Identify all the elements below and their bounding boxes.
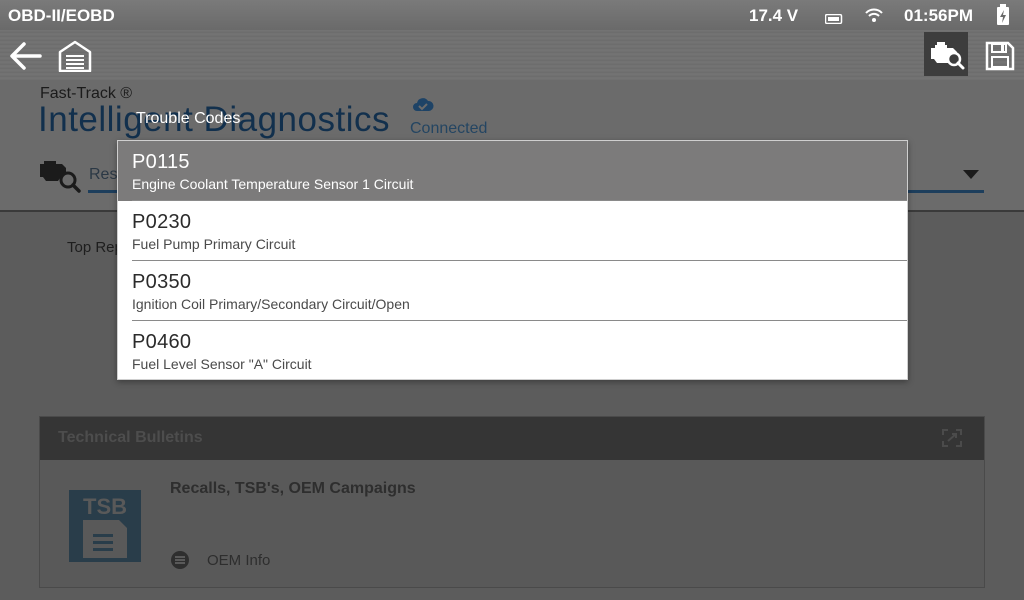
tsb-icon-text: TSB bbox=[83, 494, 127, 519]
battery-charging-icon bbox=[996, 4, 1010, 31]
trouble-code: P0115 bbox=[132, 151, 190, 173]
bulletins-title: Technical Bulletins bbox=[58, 429, 203, 446]
top-repairs-label: Top Rep bbox=[67, 239, 123, 256]
status-bar: OBD-II/EOBD 17.4 V 01:56PM bbox=[0, 0, 1024, 30]
toolbar bbox=[0, 30, 1024, 80]
trouble-codes-dialog: P0115 Engine Coolant Temperature Sensor … bbox=[117, 140, 908, 380]
battery-link-icon bbox=[824, 9, 843, 29]
trouble-code-description: Ignition Coil Primary/Secondary Circuit/… bbox=[132, 296, 410, 312]
tsb-document-icon: TSB bbox=[69, 490, 141, 567]
trouble-code-description: Fuel Pump Primary Circuit bbox=[132, 236, 296, 252]
dialog-title: Trouble Codes bbox=[136, 110, 241, 127]
engine-search-icon bbox=[38, 154, 82, 199]
protocol-label: OBD-II/EOBD bbox=[8, 6, 115, 25]
home-button[interactable] bbox=[55, 36, 95, 76]
trouble-code-item[interactable]: P0350 Ignition Coil Primary/Secondary Ci… bbox=[118, 261, 907, 321]
engine-search-icon bbox=[931, 42, 965, 70]
voltage-readout: 17.4 V bbox=[749, 6, 799, 25]
save-icon bbox=[985, 41, 1015, 71]
trouble-code: P0230 bbox=[132, 211, 192, 233]
connection-status: Connected bbox=[410, 120, 488, 137]
trouble-code-item[interactable]: P0230 Fuel Pump Primary Circuit bbox=[118, 201, 907, 261]
oem-info-link[interactable]: OEM Info bbox=[207, 552, 270, 569]
wifi-icon bbox=[865, 7, 883, 28]
vehicle-scan-button[interactable] bbox=[924, 32, 968, 76]
cloud-check-icon bbox=[412, 96, 434, 117]
trouble-code: P0460 bbox=[132, 331, 192, 353]
back-arrow-icon bbox=[10, 42, 42, 70]
trouble-code-item[interactable]: P0460 Fuel Level Sensor "A" Circuit bbox=[118, 321, 907, 381]
save-button[interactable] bbox=[980, 36, 1020, 76]
technical-bulletins-card[interactable]: Technical Bulletins TSB Recalls, TSB's, … bbox=[39, 416, 985, 588]
back-button[interactable] bbox=[4, 36, 46, 76]
trouble-code-description: Fuel Level Sensor "A" Circuit bbox=[132, 356, 312, 372]
results-selector-value[interactable]: Res bbox=[89, 166, 117, 184]
expand-icon[interactable] bbox=[942, 429, 962, 452]
bulletins-headline: Recalls, TSB's, OEM Campaigns bbox=[170, 480, 416, 497]
trouble-code-description: Engine Coolant Temperature Sensor 1 Circ… bbox=[132, 176, 414, 192]
garage-home-icon bbox=[58, 40, 92, 72]
chevron-down-icon[interactable] bbox=[963, 170, 979, 179]
trouble-code-item[interactable]: P0115 Engine Coolant Temperature Sensor … bbox=[118, 141, 907, 201]
bulletins-header: Technical Bulletins bbox=[40, 417, 984, 460]
clock: 01:56PM bbox=[904, 6, 973, 25]
list-circle-icon bbox=[170, 550, 190, 575]
trouble-code: P0350 bbox=[132, 271, 192, 293]
